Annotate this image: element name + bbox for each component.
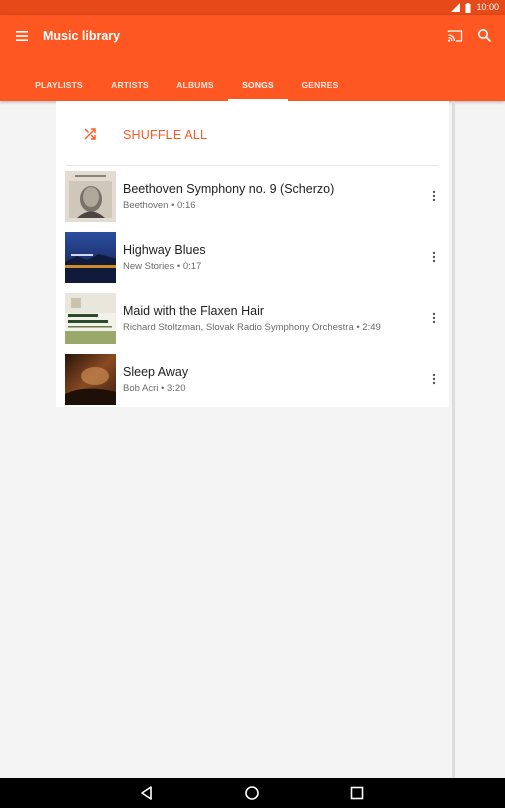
song-title: Beethoven Symphony no. 9 (Scherzo) bbox=[123, 182, 335, 196]
menu-icon[interactable] bbox=[14, 29, 32, 43]
home-icon[interactable] bbox=[243, 784, 261, 802]
album-art bbox=[65, 171, 116, 222]
song-row[interactable]: Sleep Away Bob Acri • 3:20 bbox=[56, 350, 449, 408]
song-subtitle: Richard Stoltzman, Slovak Radio Symphony… bbox=[123, 322, 381, 333]
album-art bbox=[65, 232, 116, 283]
tab-genres[interactable]: GENRES bbox=[295, 75, 345, 101]
shuffle-icon bbox=[84, 128, 96, 140]
app-title: Music library bbox=[43, 29, 121, 43]
song-title: Sleep Away bbox=[123, 365, 189, 379]
cast-icon[interactable] bbox=[447, 29, 463, 43]
divider bbox=[66, 165, 439, 166]
more-options-icon[interactable] bbox=[428, 250, 440, 264]
battery-icon bbox=[465, 2, 471, 13]
song-subtitle: New Stories • 0:17 bbox=[123, 261, 202, 272]
song-subtitle: Bob Acri • 3:20 bbox=[123, 383, 186, 394]
album-art bbox=[65, 354, 116, 405]
tab-bar: PLAYLISTS ARTISTS ALBUMS SONGS GENRES bbox=[0, 75, 505, 101]
songs-list: SHUFFLE ALL Beethoven Symphony no. 9 (Sc… bbox=[56, 101, 449, 407]
tab-songs[interactable]: SONGS bbox=[228, 75, 288, 101]
back-icon[interactable] bbox=[138, 784, 156, 802]
signal-icon bbox=[451, 3, 461, 12]
song-row[interactable]: Beethoven Symphony no. 9 (Scherzo) Beeth… bbox=[56, 167, 449, 225]
shuffle-all-label: SHUFFLE ALL bbox=[123, 128, 208, 142]
more-options-icon[interactable] bbox=[428, 189, 440, 203]
recents-icon[interactable] bbox=[348, 784, 366, 802]
album-art bbox=[65, 293, 116, 344]
tab-artists[interactable]: ARTISTS bbox=[104, 75, 156, 101]
song-title: Highway Blues bbox=[123, 243, 206, 257]
song-subtitle: Beethoven • 0:16 bbox=[123, 200, 196, 211]
more-options-icon[interactable] bbox=[428, 311, 440, 325]
tab-playlists[interactable]: PLAYLISTS bbox=[28, 75, 90, 101]
more-options-icon[interactable] bbox=[428, 372, 440, 386]
status-time: 10:00 bbox=[476, 2, 499, 12]
search-icon[interactable] bbox=[477, 28, 492, 43]
song-title: Maid with the Flaxen Hair bbox=[123, 304, 265, 318]
tab-albums[interactable]: ALBUMS bbox=[169, 75, 221, 101]
status-bar: 10:00 bbox=[0, 0, 505, 15]
song-row[interactable]: Maid with the Flaxen Hair Richard Stoltz… bbox=[56, 289, 449, 347]
app-bar: Music library PLAYLISTS ARTISTS ALBUMS S… bbox=[0, 15, 505, 101]
navigation-bar bbox=[0, 778, 505, 808]
scrollbar[interactable] bbox=[452, 101, 455, 778]
shuffle-all-button[interactable]: SHUFFLE ALL bbox=[56, 101, 449, 165]
song-row[interactable]: Highway Blues New Stories • 0:17 bbox=[56, 228, 449, 286]
